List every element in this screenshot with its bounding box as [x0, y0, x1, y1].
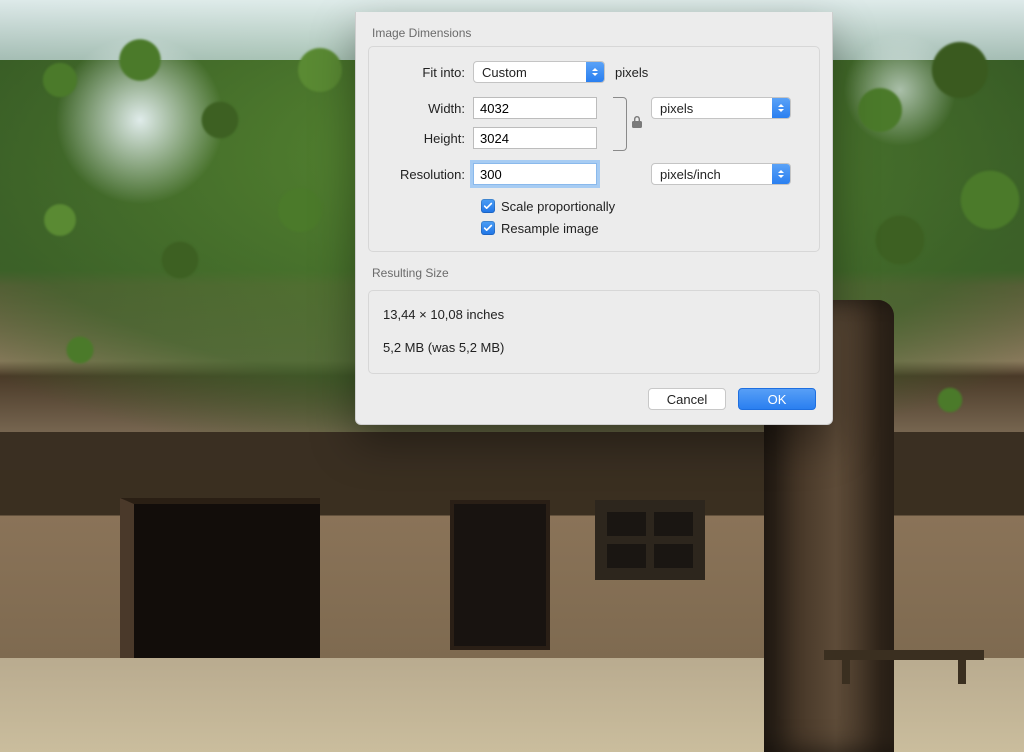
fit-into-select[interactable]: Custom	[473, 61, 605, 83]
lock-icon[interactable]	[630, 115, 644, 129]
width-row: Width: pixels	[381, 93, 807, 123]
height-input[interactable]	[473, 127, 597, 149]
result-filesize-text: 5,2 MB (was 5,2 MB)	[383, 340, 805, 355]
result-dimensions-text: 13,44 × 10,08 inches	[383, 307, 805, 322]
image-dimensions-dialog: Image Dimensions Fit into: Custom pixels…	[355, 12, 833, 425]
width-label: Width:	[381, 101, 473, 116]
scale-proportionally-label: Scale proportionally	[501, 199, 615, 214]
dropdown-caret-icon	[586, 62, 604, 82]
width-input[interactable]	[473, 97, 597, 119]
bg-bench	[824, 650, 984, 660]
resolution-unit-value: pixels/inch	[660, 167, 721, 182]
scale-proportionally-checkbox-row: Scale proportionally	[481, 195, 807, 217]
bg-window	[595, 500, 705, 580]
resulting-size-group: 13,44 × 10,08 inches 5,2 MB (was 5,2 MB)	[368, 290, 820, 374]
size-unit-value: pixels	[660, 101, 693, 116]
size-unit-select[interactable]: pixels	[651, 97, 791, 119]
height-row: Height:	[381, 123, 807, 153]
ok-button[interactable]: OK	[738, 388, 816, 410]
scale-proportionally-checkbox[interactable]	[481, 199, 495, 213]
width-height-group: Width: pixels Height:	[381, 93, 807, 153]
background-image: Image Dimensions Fit into: Custom pixels…	[0, 0, 1024, 752]
resolution-label: Resolution:	[381, 167, 473, 182]
bg-door-left	[120, 498, 320, 658]
resolution-row: Resolution: pixels/inch	[381, 159, 807, 189]
dropdown-caret-icon	[772, 164, 790, 184]
fit-into-label: Fit into:	[381, 65, 473, 80]
fit-into-value: Custom	[482, 65, 527, 80]
section-title-dimensions: Image Dimensions	[356, 12, 832, 46]
dropdown-caret-icon	[772, 98, 790, 118]
cancel-button[interactable]: Cancel	[648, 388, 726, 410]
fit-into-row: Fit into: Custom pixels	[381, 57, 807, 87]
section-title-result: Resulting Size	[356, 252, 832, 286]
height-label: Height:	[381, 131, 473, 146]
bg-door-center	[450, 500, 550, 650]
link-bracket	[613, 97, 627, 151]
resample-image-label: Resample image	[501, 221, 599, 236]
dimensions-group: Fit into: Custom pixels Width: pixels	[368, 46, 820, 252]
fit-into-unit: pixels	[615, 65, 648, 80]
resample-image-checkbox[interactable]	[481, 221, 495, 235]
resample-image-checkbox-row: Resample image	[481, 217, 807, 239]
resolution-input[interactable]	[473, 163, 597, 185]
dialog-buttons: Cancel OK	[356, 374, 832, 414]
resolution-unit-select[interactable]: pixels/inch	[651, 163, 791, 185]
